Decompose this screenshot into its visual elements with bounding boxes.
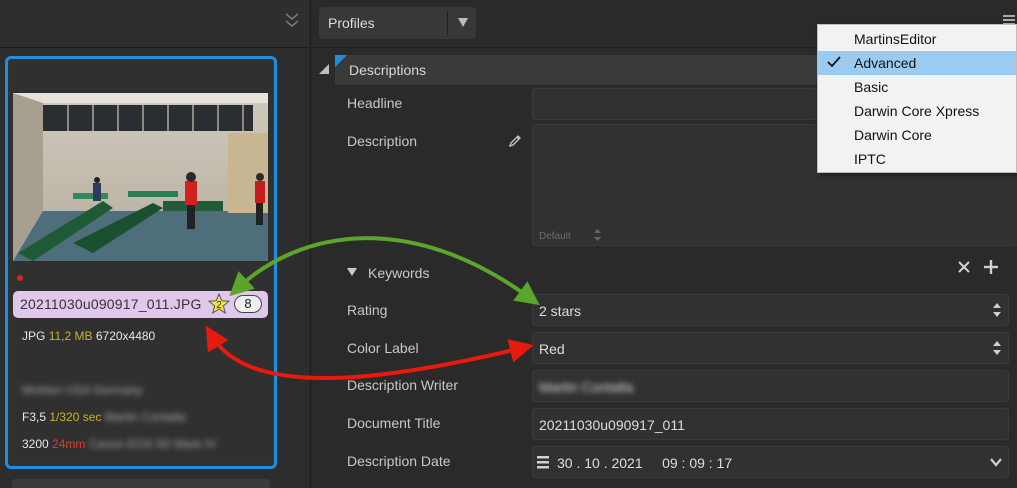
dropdown-item-label: Darwin Core: [854, 127, 932, 143]
left-toolbar: [0, 0, 308, 48]
description-date-label: Description Date: [347, 453, 451, 469]
select-divider: [447, 11, 448, 35]
aperture: F3,5: [22, 410, 47, 424]
dropdown-item-darwin-core-xpress[interactable]: Darwin Core Xpress: [818, 99, 1016, 123]
author: Martin Contalla: [104, 410, 186, 424]
headline-label: Headline: [347, 95, 403, 111]
filename-bar[interactable]: 20211030u090917_011.JPG 2 8: [13, 291, 268, 318]
description-date-value: 30 . 10 . 2021 09 : 09 : 17: [557, 455, 733, 471]
location-line: Wohlen USA Germany: [22, 383, 143, 397]
dropdown-item-basic[interactable]: Basic: [818, 75, 1016, 99]
color-label-label: Color Label: [347, 340, 419, 356]
dropdown-item-label: Basic: [854, 79, 889, 95]
color-label-dot: [17, 275, 23, 281]
dropdown-item-label: MartinsEditor: [854, 31, 937, 47]
description-label: Description: [347, 133, 418, 149]
exposure-line: F3,5 1/320 sec Martin Contalla: [22, 410, 185, 424]
star-rating-icon[interactable]: 2: [208, 293, 230, 315]
up-down-arrows-icon[interactable]: [992, 302, 1002, 318]
profiles-select[interactable]: Profiles: [319, 7, 476, 39]
description-default-label: Default: [539, 231, 571, 242]
rating-badge-text: 2: [216, 300, 222, 311]
shutter-speed: 1/320 sec: [49, 410, 102, 424]
keywords-label: Keywords: [368, 265, 430, 281]
next-thumbnail-edge[interactable]: [12, 479, 270, 488]
expand-triangle-icon[interactable]: [347, 268, 357, 276]
up-down-arrows-icon[interactable]: [992, 340, 1002, 356]
section-title: Descriptions: [349, 62, 427, 78]
count-badge: 8: [234, 295, 262, 313]
camera-model: Canon EOS 5D Mark IV: [88, 437, 217, 451]
section-corner-marker: [335, 55, 347, 67]
iso: 3200: [22, 437, 49, 451]
focal-length: 24mm: [52, 437, 86, 451]
dropdown-item-label: IPTC: [854, 151, 886, 167]
pencil-icon[interactable]: [508, 134, 522, 148]
description-writer-value: Martin Contalla: [539, 379, 634, 395]
dropdown-item-iptc[interactable]: IPTC: [818, 147, 1016, 171]
rating-value: 2 stars: [539, 303, 582, 319]
camera-line: 3200 24mm Canon EOS 5D Mark IV: [22, 437, 216, 451]
dropdown-item-advanced[interactable]: Advanced: [818, 51, 1016, 75]
triangle-down-icon[interactable]: [457, 15, 469, 29]
dropdown-item-label: Advanced: [854, 55, 917, 71]
photo-thumbnail-image[interactable]: [13, 93, 268, 261]
description-date-input[interactable]: 30 . 10 . 2021 09 : 09 : 17: [532, 446, 1009, 478]
document-title-input[interactable]: 20211030u090917_011: [532, 408, 1009, 440]
date-format-icon[interactable]: [537, 456, 549, 469]
chevron-down-icon[interactable]: [990, 458, 1002, 467]
close-icon[interactable]: [958, 261, 970, 273]
document-title-value: 20211030u090917_011: [539, 417, 685, 433]
dropdown-item-darwin-core[interactable]: Darwin Core: [818, 123, 1016, 147]
color-label-value: Red: [539, 341, 565, 357]
dropdown-item-label: Darwin Core Xpress: [854, 103, 980, 119]
image-dimensions: 6720x4480: [95, 329, 156, 343]
plus-icon[interactable]: [984, 260, 998, 274]
file-info-line: JPG 11,2 MB 6720x4480: [22, 329, 155, 343]
thumbnail-panel: 20211030u090917_011.JPG 2 8 JPG 11,2 MB …: [0, 0, 308, 488]
checkmark-icon: [827, 56, 841, 68]
description-writer-input[interactable]: Martin Contalla: [532, 370, 1009, 402]
document-title-label: Document Title: [347, 415, 441, 431]
rating-label: Rating: [347, 302, 388, 318]
file-format: JPG: [22, 329, 46, 343]
double-chevron-down-icon[interactable]: [281, 8, 303, 32]
dropdown-item-martinseditor[interactable]: MartinsEditor: [818, 27, 1016, 51]
collapse-triangle-icon[interactable]: [319, 64, 329, 74]
thumbnail-filename: 20211030u090917_011.JPG: [20, 296, 202, 312]
rating-select[interactable]: 2 stars: [532, 294, 1009, 326]
language-spinner-icon[interactable]: [593, 228, 602, 242]
profiles-dropdown-menu: MartinsEditor Advanced Basic Darwin Core…: [817, 24, 1017, 173]
profiles-select-label: Profiles: [328, 15, 375, 31]
color-label-select[interactable]: Red: [532, 332, 1009, 364]
file-size: 11,2 MB: [48, 329, 93, 343]
description-writer-label: Description Writer: [347, 377, 458, 393]
